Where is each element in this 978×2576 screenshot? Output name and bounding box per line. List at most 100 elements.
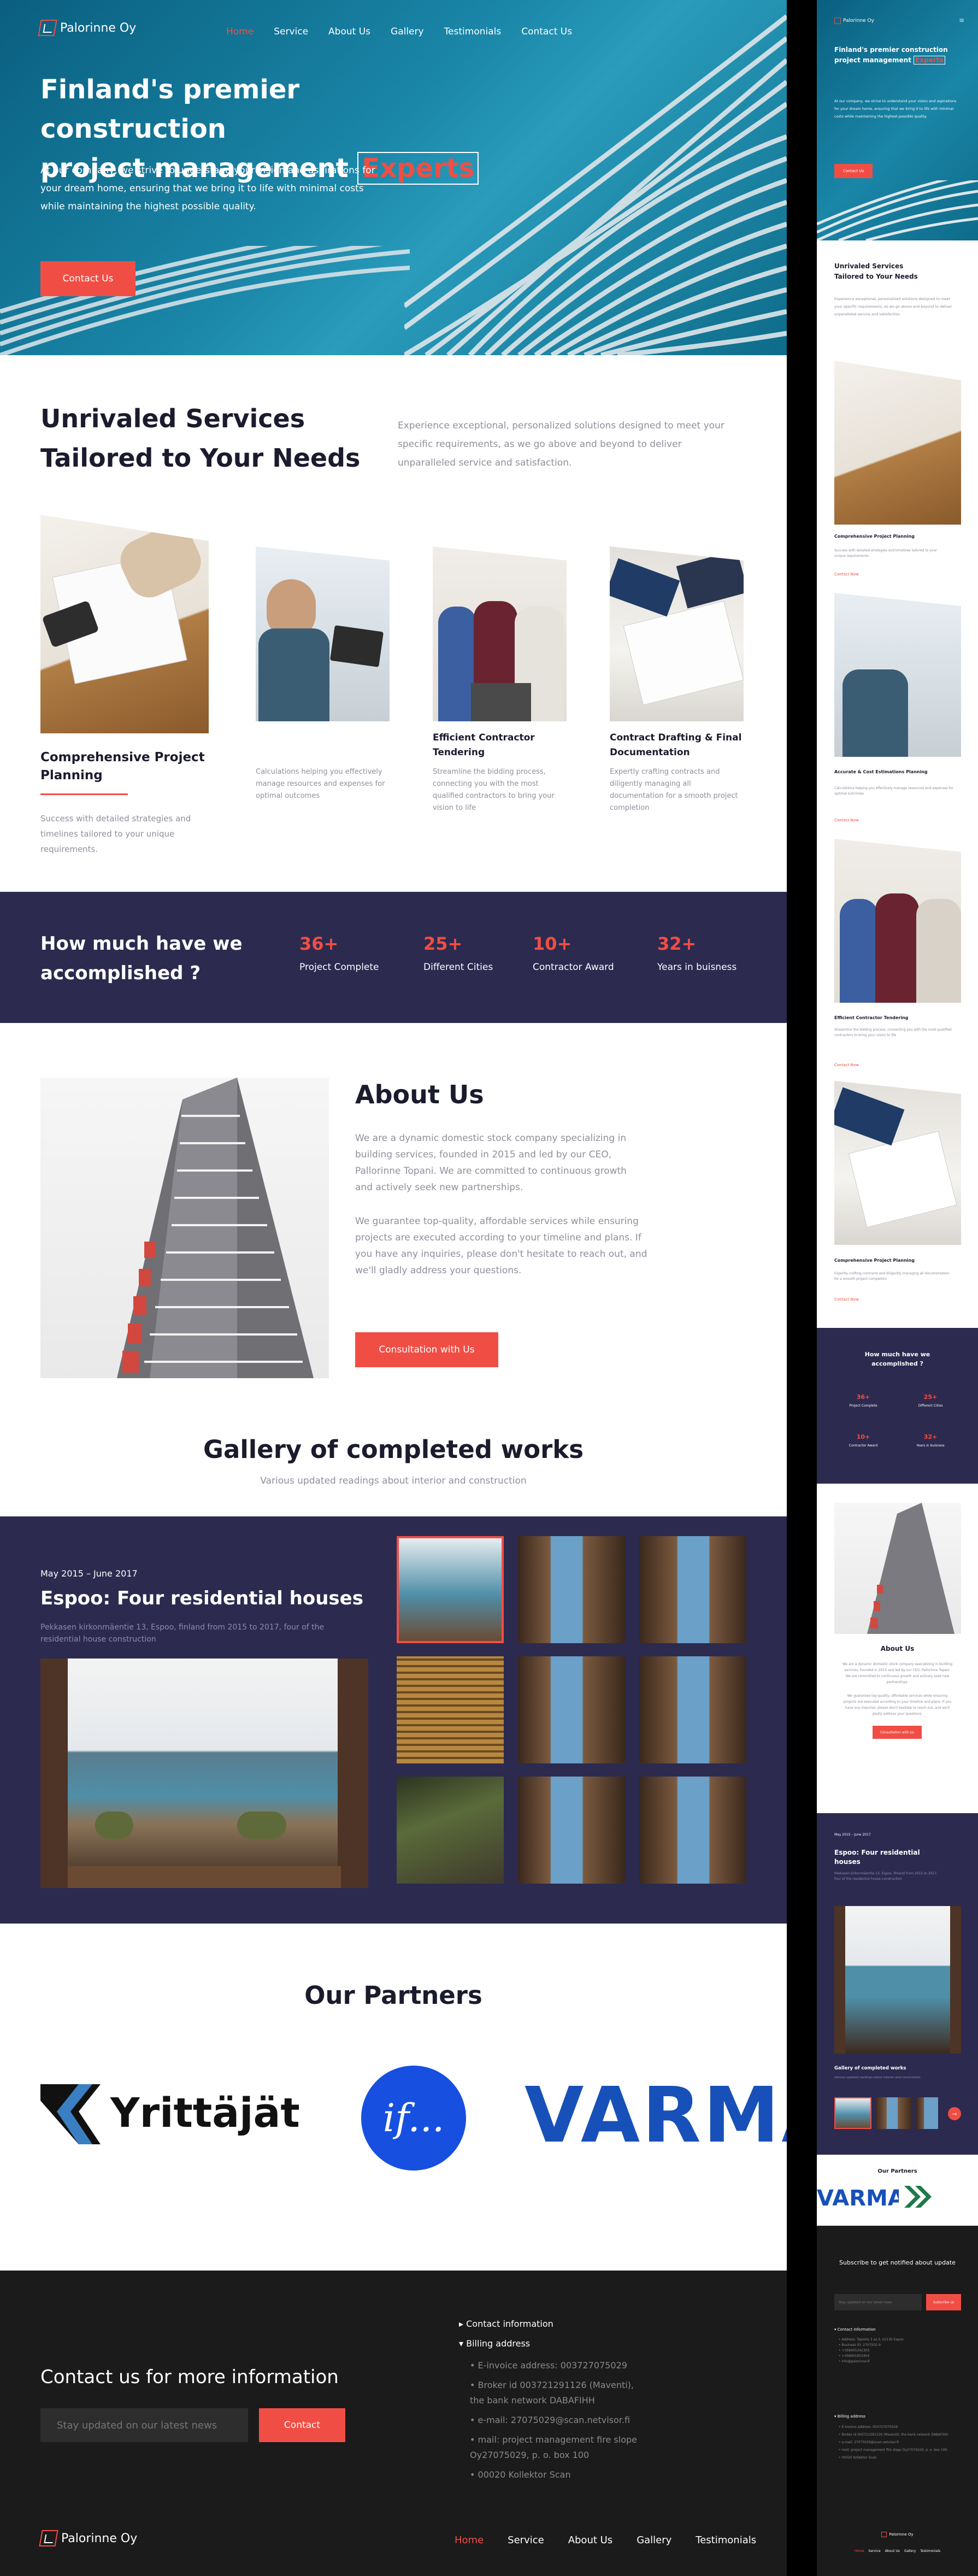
nav-service[interactable]: Service — [274, 26, 308, 37]
mobile-about-p2: We guarantee top-quality, affordable ser… — [843, 1694, 952, 1716]
mobile-footer-nav-home[interactable]: Home — [855, 2549, 864, 2553]
mobile-card-2-link[interactable]: Contact Now — [834, 818, 859, 822]
gallery-thumb-2[interactable] — [518, 1536, 625, 1643]
nav-home[interactable]: Home — [226, 26, 254, 37]
mobile-gallery-thumb-2[interactable] — [875, 2097, 912, 2129]
logo[interactable]: Palorinne Oy — [38, 20, 136, 36]
footer-nav-about[interactable]: About Us — [568, 2534, 613, 2546]
mobile-contact-line: • Address: Tapiolie 3 as.3, 02130 Espoo — [839, 2338, 904, 2342]
service-card-3-text: Streamline the bidding process, connecti… — [433, 768, 555, 812]
mobile-services-intro: Experience exceptional, personalized sol… — [834, 297, 952, 316]
stat-awards-value: 10+ — [533, 933, 572, 954]
footer-nav-gallery[interactable]: Gallery — [637, 2534, 671, 2546]
mobile-subscribe-button[interactable]: Subscribe us — [926, 2294, 961, 2310]
gallery-thumb-6[interactable] — [639, 1656, 746, 1763]
stat-cities-label: Different Cities — [423, 962, 493, 973]
mobile-contact-address: Address: Tapiolie 3 as.3, 02130 Espoo — [841, 2338, 904, 2342]
mobile-card-4-image — [834, 1081, 961, 1245]
mobile-menu-icon[interactable]: ≡ — [959, 16, 964, 24]
mobile-partner-varma[interactable]: VARMA — [817, 2186, 905, 2211]
mobile-services-title-line1: Unrivaled Services — [834, 262, 904, 270]
mobile-contact-business-id: Business ID: 2707502-9 — [841, 2343, 881, 2347]
mobile-gallery-thumb-3[interactable] — [916, 2097, 938, 2129]
stat-awards: 10+ Contractor Award — [533, 933, 614, 973]
mobile-footer-nav-about[interactable]: About Us — [885, 2549, 900, 2553]
mobile-billing-line: • mail: project management fire slope Oy… — [839, 2448, 947, 2452]
footer-nav-testimonials[interactable]: Testimonials — [696, 2534, 756, 2546]
mobile-partner-second[interactable] — [899, 2180, 978, 2213]
mobile-card-4-title: Comprehensive Project Planning — [834, 1258, 915, 1263]
stat-projects-label: Project Complete — [299, 962, 379, 973]
mobile-footer-nav-testimonials[interactable]: Testimonials — [920, 2549, 940, 2553]
about-consultation-button[interactable]: Consultation with Us — [355, 1332, 498, 1367]
gallery-project-desc: Pekkasen kirkonmäentie 13, Espoo, finlan… — [40, 1623, 325, 1644]
gallery-thumb-3[interactable] — [639, 1536, 746, 1643]
billing-broker: Broker id 003721291126 (Maventi), the ba… — [470, 2380, 634, 2406]
gallery-title: Gallery of completed works — [203, 1435, 584, 1464]
footer-news-input[interactable] — [40, 2408, 248, 2442]
stats-section: How much have we accomplished ? 36+ Proj… — [0, 892, 787, 1023]
mobile-card-3-title: Efficient Contractor Tendering — [834, 1015, 909, 1020]
nav-links: Home Service About Us Gallery Testimonia… — [226, 26, 572, 37]
mobile-footer-nav-service[interactable]: Service — [869, 2549, 881, 2553]
mobile-partners-title: Our Partners — [877, 2168, 917, 2174]
mobile-contact-line: • Business ID: 2707502-9 — [839, 2343, 881, 2347]
mobile-gallery-next-icon[interactable]: → — [948, 2107, 961, 2120]
mobile-footer-nav-gallery[interactable]: Gallery — [904, 2549, 916, 2553]
mobile-stats-title: How much have we accomplished ? — [864, 1351, 930, 1367]
gallery-thumb-5[interactable] — [518, 1656, 625, 1763]
mobile-info-heading[interactable]: ▾ Contact information — [834, 2327, 876, 2332]
billing-email: e-mail: 27075029@scan.netvisor.fi — [478, 2415, 631, 2425]
logo-icon — [38, 20, 57, 36]
nav-gallery[interactable]: Gallery — [391, 26, 424, 37]
footer-logo[interactable]: Palorinne Oy — [39, 2530, 137, 2546]
mobile-about-title: About Us — [880, 1645, 915, 1652]
footer-contact-button[interactable]: Contact — [259, 2408, 345, 2442]
hero-contact-button[interactable]: Contact Us — [40, 261, 135, 296]
footer-nav-service[interactable]: Service — [508, 2534, 544, 2546]
mobile-gallery-thumb-1[interactable] — [834, 2097, 871, 2129]
footer-nav-home[interactable]: Home — [455, 2534, 484, 2546]
mobile-hero-building-image — [817, 180, 978, 240]
mobile-card-1-text: Success with detailed strategies and tim… — [834, 549, 937, 558]
mobile-logo[interactable]: Palorinne Oy — [834, 17, 874, 24]
footer-info-title: Contact information — [466, 2319, 553, 2329]
gallery-thumb-9[interactable] — [639, 1777, 746, 1884]
mobile-hero-body: At our company, we strive to understand … — [834, 99, 957, 119]
mobile-stat-awards: 10+ Contractor Award — [841, 1433, 885, 1448]
mobile-billing-postal: 00020 Kollektor Scan — [841, 2456, 877, 2460]
footer-info-heading[interactable]: ▸ Contact information — [459, 2319, 553, 2329]
mobile-contact-line: • +358401853404 — [839, 2354, 870, 2358]
service-card-2-text: Calculations helping you effectively man… — [256, 768, 385, 800]
mobile-card-4-link[interactable]: Contact Now — [834, 1297, 859, 1302]
gallery-thumb-4[interactable] — [397, 1656, 504, 1763]
nav-about[interactable]: About Us — [328, 26, 370, 37]
mobile-stat-cities-label: Different Cities — [918, 1404, 943, 1408]
gallery-thumb-7[interactable] — [397, 1777, 504, 1884]
gallery-thumb-8[interactable] — [518, 1777, 625, 1884]
mobile-card-1-link[interactable]: Contact Now — [834, 572, 859, 577]
mobile-subscribe-input[interactable] — [834, 2294, 922, 2310]
partner-yrittajat-text: Yrittäjät — [110, 2090, 300, 2137]
mobile-card-3-link[interactable]: Contact Now — [834, 1063, 859, 1067]
nav-contact[interactable]: Contact Us — [521, 26, 572, 37]
nav-testimonials[interactable]: Testimonials — [444, 26, 502, 37]
hero-section: Palorinne Oy Home Service About Us Galle… — [0, 0, 787, 355]
mobile-billing-heading[interactable]: ▾ Billing address — [834, 2414, 865, 2419]
partner-if-logo[interactable]: if... — [361, 2066, 466, 2171]
gallery-thumb-1[interactable] — [397, 1536, 504, 1643]
mobile-stat-projects-label: Project Complete — [849, 1404, 877, 1408]
service-card-1-text: Success with detailed strategies and tim… — [40, 814, 191, 854]
mobile-stat-awards-value: 10+ — [856, 1433, 870, 1440]
footer-billing-heading[interactable]: ▾ Billing address — [459, 2338, 530, 2349]
partner-varma-logo[interactable]: VARMA — [525, 2071, 787, 2160]
mobile-gallery-main-image — [834, 1906, 961, 2054]
partner-yrittajat-logo[interactable]: Yrittäjät — [40, 2084, 303, 2144]
mobile-card-3-text: Streamline the bidding process, connecti… — [834, 1028, 952, 1037]
mobile-about-button[interactable]: Consultation with Us — [873, 1726, 922, 1739]
mobile-billing-email: e-mail: 27075029@scan.netvisor.fi — [841, 2440, 899, 2444]
gallery-main-image — [40, 1658, 368, 1888]
mobile-hero-contact-button[interactable]: Contact Us — [834, 164, 873, 178]
mobile-footer-logo[interactable]: Palorinne Oy — [817, 2532, 978, 2537]
mobile-services-title-line2: Tailored to Your Needs — [834, 273, 918, 280]
